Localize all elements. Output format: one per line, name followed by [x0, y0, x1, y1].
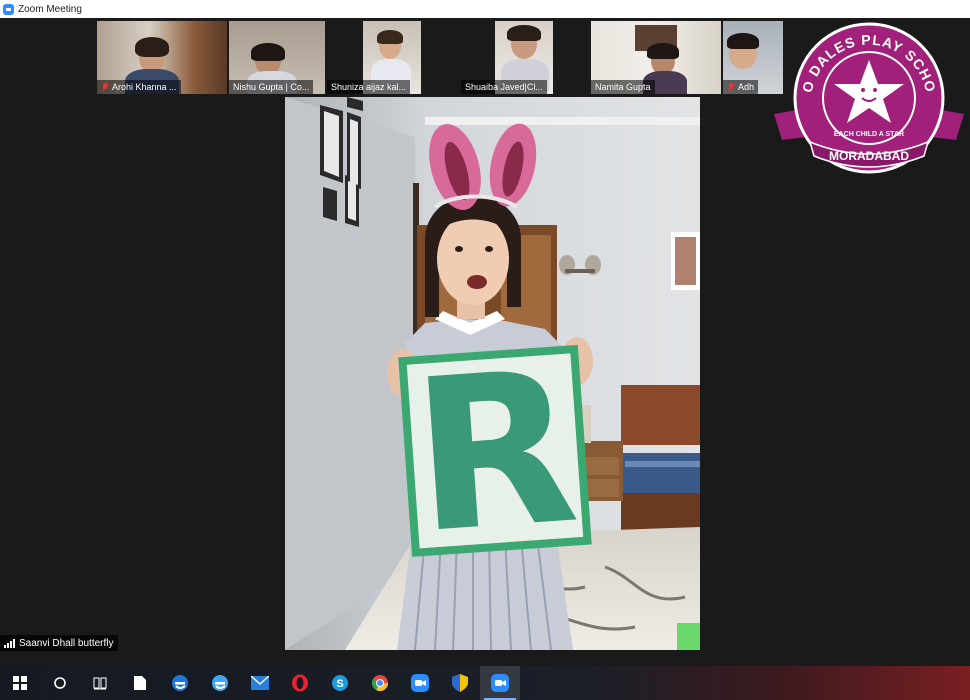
windows-taskbar: S: [0, 666, 970, 700]
participant-name: Shuniza aijaz kal...: [327, 80, 411, 94]
participant-tile[interactable]: Nishu Gupta | Co...: [229, 21, 325, 94]
speaker-video-frame: R: [285, 97, 700, 650]
window-titlebar: Zoom Meeting: [0, 0, 970, 18]
active-speaker-name: Saanvi Dhall butterfly: [19, 637, 114, 649]
participant-tile[interactable]: Arohi Khanna ...: [97, 21, 227, 94]
participant-tile[interactable]: Shuniza aijaz kal...: [327, 21, 459, 94]
active-speaker-video[interactable]: R: [285, 97, 700, 650]
participant-name: Nishu Gupta | Co...: [229, 80, 314, 94]
chrome-icon[interactable]: [360, 666, 400, 700]
zoom-icon[interactable]: [400, 666, 440, 700]
edge-legacy-icon[interactable]: [160, 666, 200, 700]
opera-icon[interactable]: [280, 666, 320, 700]
badge-tagline: EACH CHILD A STAR: [834, 131, 904, 138]
school-logo-badge: NEO DALES PLAY SCHOOL EACH CHILD A STAR …: [774, 20, 964, 174]
participant-name: Namita Gupta: [591, 80, 655, 94]
participant-strip: Arohi Khanna ... Nishu Gupta | Co... Shu…: [97, 21, 785, 94]
svg-text:S: S: [336, 678, 343, 690]
security-shield-icon[interactable]: [440, 666, 480, 700]
mic-muted-icon: [101, 82, 109, 92]
file-icon[interactable]: [120, 666, 160, 700]
windows-start-icon[interactable]: [0, 666, 40, 700]
meeting-stage: Arohi Khanna ... Nishu Gupta | Co... Shu…: [0, 18, 970, 666]
mail-icon[interactable]: [240, 666, 280, 700]
edge-icon[interactable]: [200, 666, 240, 700]
active-speaker-label: Saanvi Dhall butterfly: [0, 635, 118, 651]
participant-name: Adh: [723, 80, 759, 94]
task-view-icon[interactable]: [80, 666, 120, 700]
signal-strength-icon: [4, 638, 15, 648]
mic-muted-icon: [727, 82, 735, 92]
card-letter: R: [406, 325, 584, 581]
search-icon[interactable]: [40, 666, 80, 700]
participant-name: Arohi Khanna ...: [97, 80, 181, 94]
skype-icon[interactable]: S: [320, 666, 360, 700]
participant-name: Shuaiba Javed|Cl...: [461, 80, 547, 94]
badge-city: MORADABAD: [829, 149, 909, 163]
participant-tile[interactable]: Namita Gupta: [591, 21, 721, 94]
zoom-meeting-icon[interactable]: [480, 666, 520, 700]
window-title: Zoom Meeting: [18, 3, 82, 15]
zoom-logo-icon: [3, 3, 14, 15]
participant-tile[interactable]: Shuaiba Javed|Cl...: [461, 21, 589, 94]
